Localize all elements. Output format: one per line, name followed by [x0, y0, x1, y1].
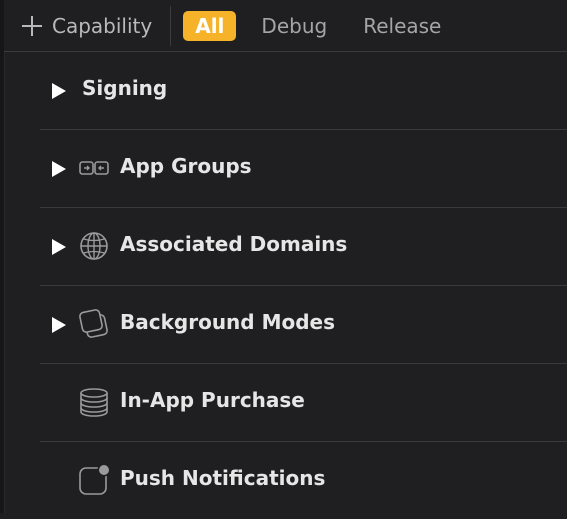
capabilities-toolbar: Capability All Debug Release — [4, 0, 567, 52]
capability-title: Push Notifications — [120, 466, 326, 490]
add-capability-label: Capability — [52, 14, 153, 38]
filter-debug[interactable]: Debug — [250, 11, 338, 41]
layers-icon — [79, 309, 108, 338]
capability-row-in-app-purchase[interactable]: In-App Purchase — [40, 364, 567, 442]
notification-icon — [79, 463, 111, 495]
capability-row-associated-domains[interactable]: Associated Domains — [40, 208, 567, 286]
toolbar-divider — [170, 6, 172, 46]
capability-row-background-modes[interactable]: Background Modes — [40, 286, 567, 364]
capability-row-push-notifications[interactable]: Push Notifications — [40, 442, 567, 519]
globe-icon — [80, 232, 108, 260]
capability-title: Signing — [82, 76, 168, 100]
filter-release[interactable]: Release — [352, 11, 452, 41]
capability-title: App Groups — [120, 154, 252, 178]
disclosure-triangle-icon[interactable] — [52, 317, 66, 333]
disclosure-triangle-icon[interactable] — [52, 239, 66, 255]
capability-title: Associated Domains — [120, 232, 348, 256]
capability-row-signing[interactable]: Signing — [40, 52, 567, 130]
capability-title: In-App Purchase — [120, 388, 305, 412]
filter-all[interactable]: All — [183, 11, 237, 41]
app-groups-icon — [79, 161, 109, 175]
capability-title: Background Modes — [120, 310, 335, 334]
left-edge — [0, 0, 5, 513]
capabilities-list: Signing App Groups Associated Domains Ba… — [40, 52, 567, 519]
add-capability-button[interactable]: Capability — [22, 6, 152, 46]
disclosure-triangle-icon[interactable] — [52, 83, 66, 99]
disclosure-triangle-icon[interactable] — [52, 161, 66, 177]
coins-icon — [80, 388, 108, 417]
plus-icon — [22, 16, 42, 36]
capability-row-app-groups[interactable]: App Groups — [40, 130, 567, 208]
